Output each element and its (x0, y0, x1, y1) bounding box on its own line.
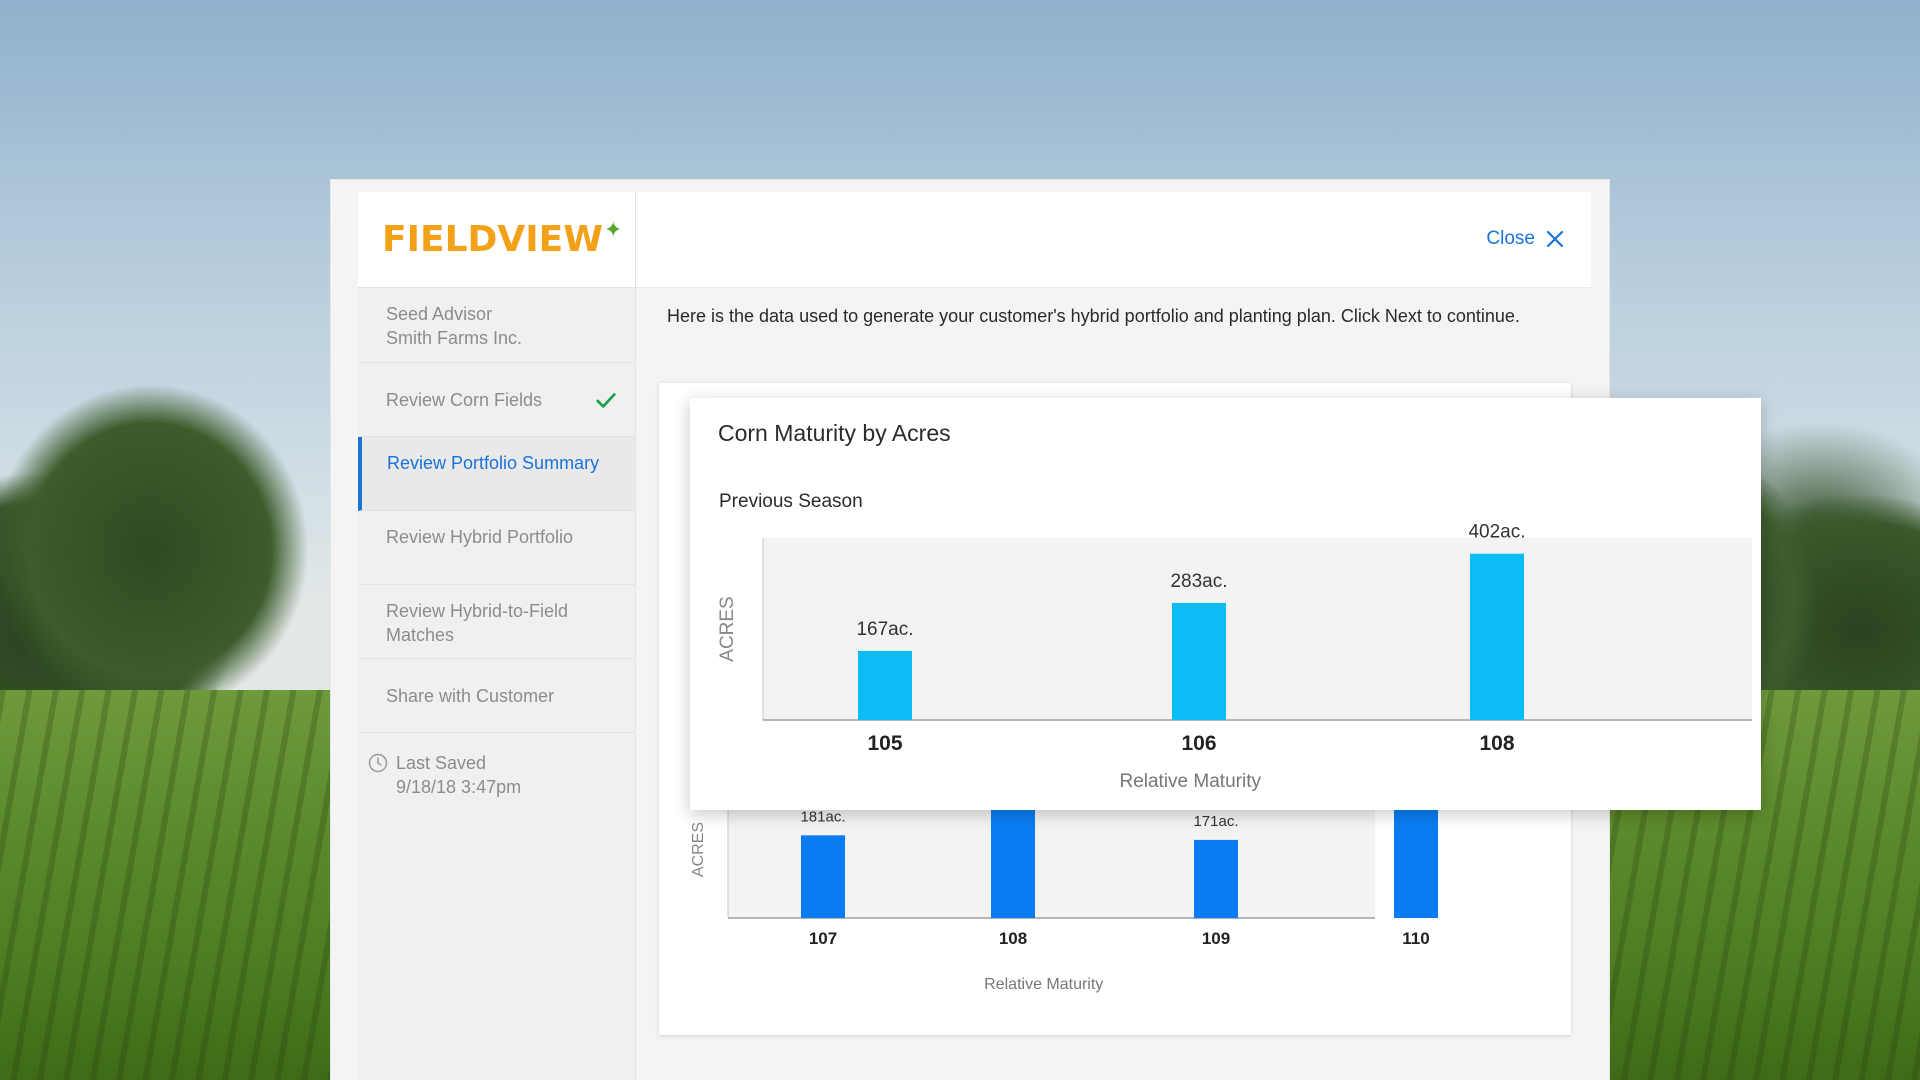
sidebar-item-review-hybrid-to-field-matches[interactable]: Review Hybrid-to-Field Matches (358, 585, 635, 659)
bar-107 (801, 835, 845, 918)
x-tick-label: 108 (999, 929, 1027, 948)
bar-value-label: 402ac. (1468, 522, 1525, 543)
close-label: Close (1486, 228, 1535, 249)
close-button[interactable]: Close (1486, 228, 1565, 250)
bar-106 (1172, 602, 1226, 720)
checkmark-icon (596, 392, 616, 408)
x-axis-label: Relative Maturity (984, 976, 1103, 993)
sidebar-item-label: Review Hybrid-to-Field Matches (386, 601, 569, 645)
top-bar: Close (636, 192, 1591, 288)
sidebar: FIELDVIEW✦ Seed Advisor Smith Farms Inc.… (358, 192, 636, 1080)
bar-108 (991, 802, 1035, 918)
bar-value-label: 167ac. (856, 619, 913, 640)
x-axis-label: Relative Maturity (1119, 771, 1261, 792)
x-tick-label: 109 (1202, 929, 1230, 948)
y-axis-label: ACRES (717, 596, 738, 661)
close-icon (1546, 230, 1564, 248)
sidebar-item-label: Review Portfolio Summary (387, 453, 600, 473)
sidebar-item-label: Share with Customer (386, 685, 555, 706)
sidebar-item-share-with-customer[interactable]: Share with Customer (358, 659, 635, 733)
sidebar-item-review-hybrid-portfolio[interactable]: Review Hybrid Portfolio (358, 511, 635, 585)
last-saved: Last Saved 9/18/18 3:47pm (358, 733, 635, 817)
seed-advisor-title: Seed Advisor (386, 304, 493, 324)
x-tick-label: 108 (1479, 732, 1514, 755)
fieldview-logo: FIELDVIEW✦ (382, 218, 623, 260)
customer-name: Smith Farms Inc. (386, 328, 523, 348)
bar-108 (1470, 553, 1524, 720)
last-saved-time: 9/18/18 3:47pm (396, 777, 522, 797)
last-saved-label: Last Saved (396, 753, 487, 773)
x-tick-label: 110 (1402, 929, 1429, 948)
bar-value-label: 181ac. (800, 808, 845, 825)
seed-advisor-header: Seed Advisor Smith Farms Inc. (358, 288, 635, 363)
x-tick-label: 105 (867, 732, 902, 755)
sidebar-item-label: Review Corn Fields (386, 389, 543, 410)
bar-109 (1194, 839, 1238, 918)
front-chart-card: Corn Maturity by Acres Previous Season 1… (690, 398, 1761, 810)
bar-105 (858, 650, 912, 720)
intro-text: Here is the data used to generate your c… (667, 306, 1520, 326)
logo-area: FIELDVIEW✦ (358, 192, 635, 288)
bar-value-label: 283ac. (1170, 571, 1227, 592)
bar-value-label: 171ac. (1193, 813, 1238, 830)
y-axis-label: ACRES (690, 822, 707, 877)
sidebar-item-label: Review Hybrid Portfolio (386, 527, 574, 547)
sidebar-item-review-portfolio-summary[interactable]: Review Portfolio Summary (358, 437, 635, 511)
x-tick-label: 107 (809, 929, 837, 948)
front-maturity-chart: 167ac. 105 283ac. 106 402ac. 108 Relative Matu… (717, 522, 1752, 792)
clock-icon (368, 753, 388, 773)
sidebar-item-review-corn-fields[interactable]: Review Corn Fields (358, 363, 635, 437)
bar-110 (1394, 805, 1438, 918)
x-tick-label: 106 (1181, 732, 1216, 755)
